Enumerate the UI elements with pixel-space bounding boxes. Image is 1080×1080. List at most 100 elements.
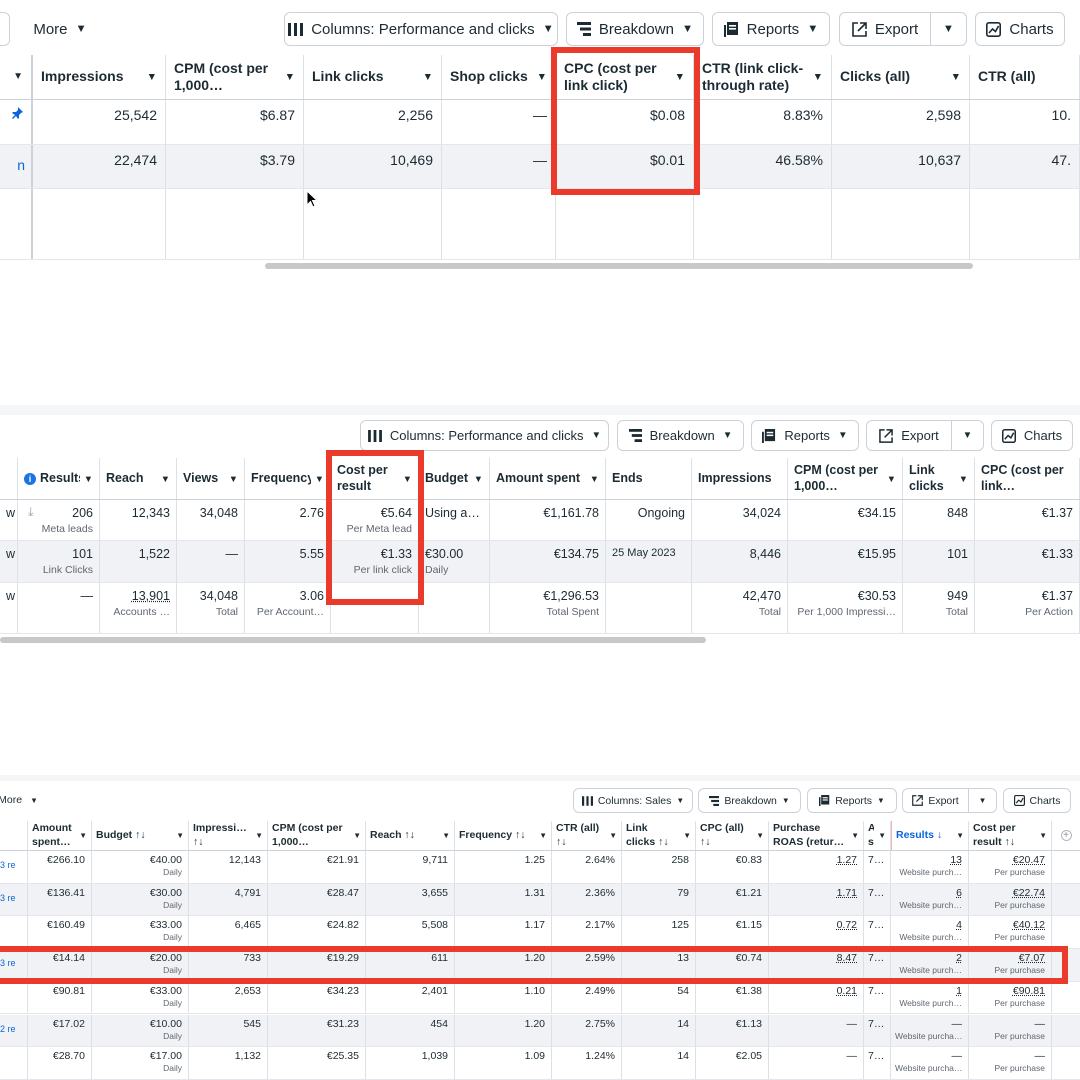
row-name-cell[interactable] [0,189,33,259]
more-button[interactable]: More ▼ [22,12,98,46]
horizontal-scrollbar[interactable] [0,637,706,643]
row-name-cell[interactable]: w [0,500,18,540]
column-header[interactable]: CPC (all) ↑↓ ▼ [696,821,769,850]
campaign-link-fragment[interactable]: n [17,157,25,173]
column-header[interactable]: CPM (cost per 1,000… ▼ [166,55,304,99]
column-header[interactable]: Amount spent… ▼ [28,821,92,850]
more-button[interactable]: More ▼ [0,788,42,812]
table-row[interactable]: n 22,474 $3.79 10,469— $0.01 46.58% 10,637 47. [0,145,1080,189]
add-column-button[interactable]: + [1052,821,1080,850]
row-name-cell[interactable]: 3 re [0,883,28,916]
reports-button[interactable]: Reports ▼ [807,788,897,813]
table-row[interactable]: €28.70 €17.00 Daily 1,132 €25.35 1,039 1.09 1.2… [0,1047,1080,1080]
data-cell: €10.00 Daily [92,1014,189,1047]
row-name-cell[interactable]: 2 re [0,1014,28,1047]
column-header[interactable]: Ends [606,458,692,499]
column-header[interactable]: Views ▼ [177,458,245,499]
columns-button[interactable]: Columns: Performance and clicks ▼ [360,420,609,451]
column-header[interactable]: Link clicks ▼ [903,458,975,499]
column-header[interactable]: CTR (link click-through rate) ▼ [694,55,832,99]
mouse-cursor-icon [306,190,318,208]
column-header[interactable]: i Results▼ [18,458,100,499]
table-row[interactable]: €160.49 €33.00 Daily 6,465 €24.82 5,508 1.17 2.… [0,916,1080,950]
row-name-cell[interactable] [0,916,28,949]
table-row[interactable]: w 101 Link Clicks 1,522—5.55 €1.33 Per link c… [0,541,1080,583]
columns-button[interactable]: Columns: Performance and clicks ▼ [284,12,558,46]
column-header[interactable]: Shop clicks ▼ [442,55,556,99]
cell-subtext: Daily [163,932,182,943]
export-dropdown-button[interactable]: ▼ [951,420,984,451]
ad-sets-link[interactable]: 3 re [0,893,27,903]
table-row[interactable]: 25,542 $6.87 2,256— $0.08 8.83% 2,598 10. [0,100,1080,145]
header-cell-name[interactable] [0,458,18,499]
column-header[interactable]: CTR (all) [970,55,1080,99]
export-button[interactable]: Export [839,12,931,46]
column-header[interactable]: Impressi… ↑↓ ▼ [189,821,268,850]
reports-button[interactable]: Reports ▼ [751,420,859,451]
data-cell: €17.02 [28,1014,92,1047]
cell-value: 1.71 [836,886,857,899]
row-name-cell[interactable] [0,100,33,144]
table-row[interactable]: w — 13,901 Accounts … 34,048 Total 3.06 Per Acc… [0,583,1080,634]
breakdown-button[interactable]: Breakdown ▼ [698,788,801,813]
header-cell-name[interactable]: ▼ [0,55,33,99]
column-header[interactable]: Impressions [692,458,788,499]
export-button[interactable]: Export [866,420,952,451]
more-settings-left-button[interactable] [0,12,10,46]
row-name-cell[interactable]: 3 re [0,851,28,883]
column-header[interactable]: CPM (cost per 1,000… ▼ [788,458,903,499]
data-cell: €160.49 [28,916,92,949]
export-dropdown-button[interactable]: ▼ [968,788,997,813]
ad-sets-link[interactable]: 2 re [0,1024,27,1034]
table-row[interactable] [0,189,1080,260]
column-header[interactable]: Budget ▼ [419,458,490,499]
cell-value: Ongoing [637,506,685,520]
charts-button[interactable]: Charts [975,12,1065,46]
pin-icon[interactable] [11,106,23,122]
column-header[interactable]: Results ↓ ▼ [891,821,969,850]
column-header[interactable]: Impressions ▼ [33,55,166,99]
data-cell: 12,143 [189,851,268,883]
table-row[interactable]: 3 re €136.41 €30.00 Daily 4,791 €28.47 3,655 1.… [0,883,1080,917]
row-name-cell[interactable] [0,981,28,1014]
table-row[interactable]: w ⤓ 206 Meta leads 12,343 34,048 2.76 €5.64 Per … [0,500,1080,541]
breakdown-button[interactable]: Breakdown ▼ [566,12,704,46]
row-name-cell[interactable]: n [0,145,33,188]
row-name-cell[interactable]: w [0,541,18,582]
column-header[interactable]: A… s… ▼ [864,821,891,850]
breakdown-button[interactable]: Breakdown ▼ [617,420,744,451]
column-header[interactable]: Frequency ↑↓ ▼ [455,821,552,850]
column-header[interactable]: Frequency ▼ [245,458,331,499]
data-cell: €40.00 Daily [92,851,189,883]
cell-value: €160.49 [47,919,85,932]
column-header[interactable]: Link clicks ↑↓ ▼ [622,821,696,850]
table-row[interactable]: 2 re €17.02 €10.00 Daily 545 €31.23 454 1.20 2.7… [0,1014,1080,1048]
export-button[interactable]: Export [902,788,969,813]
table-row[interactable]: 3 re €266.10 €40.00 Daily 12,143 €21.91 9,711 1… [0,851,1080,884]
row-name-cell[interactable] [0,1047,28,1079]
column-header[interactable]: CTR (all) ↑↓ ▼ [552,821,622,850]
column-header[interactable]: Reach ↑↓ ▼ [366,821,455,850]
column-header[interactable]: Link clicks ▼ [304,55,442,99]
column-header[interactable]: Budget ↑↓ ▼ [92,821,189,850]
column-header[interactable]: CPM (cost per 1,000… ▼ [268,821,366,850]
reports-button[interactable]: Reports ▼ [712,12,830,46]
header-cell-name[interactable] [0,821,28,850]
column-header[interactable]: Cost per result ↑↓ ▼ [969,821,1052,850]
row-name-cell[interactable]: w [0,583,18,633]
table-row[interactable]: €90.81 €33.00 Daily 2,653 €34.23 2,401 1.10 2.4… [0,981,1080,1015]
columns-button[interactable]: Columns: Sales ▼ [573,788,693,813]
ad-sets-link[interactable]: 3 re [0,860,27,870]
data-cell: €31.23 [268,1014,366,1047]
charts-button[interactable]: Charts [991,420,1073,451]
column-header-label: Shop clicks [450,68,528,85]
horizontal-scrollbar[interactable] [265,263,973,269]
column-header[interactable]: CPC (cost per link… [975,458,1080,499]
column-header[interactable]: Purchase ROAS (retur… ▼ [769,821,864,850]
column-header[interactable]: Reach ▼ [100,458,177,499]
export-dropdown-button[interactable]: ▼ [930,12,967,46]
column-header[interactable]: Amount spent ▼ [490,458,606,499]
column-header[interactable]: Clicks (all) ▼ [832,55,970,99]
charts-button[interactable]: Charts [1003,788,1071,813]
cell-subtext: Daily [163,867,182,877]
